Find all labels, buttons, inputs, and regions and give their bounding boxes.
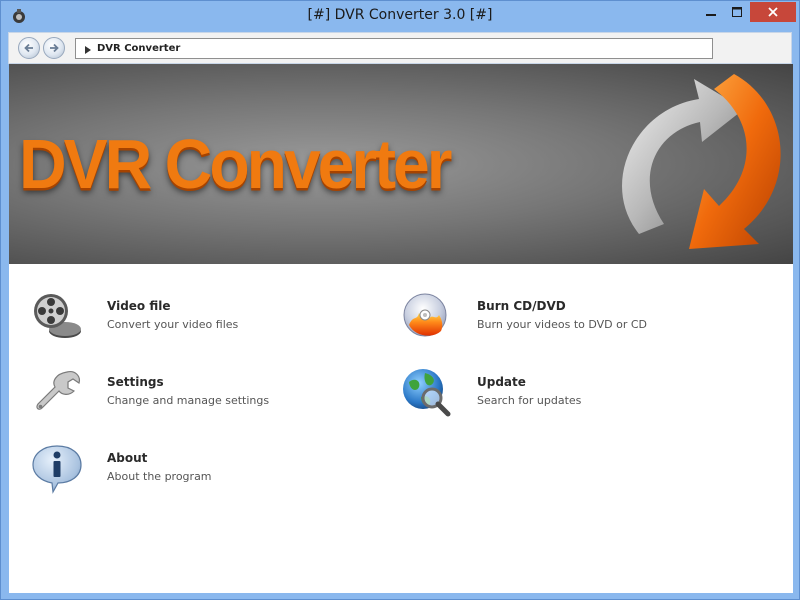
minimize-button[interactable] xyxy=(698,2,724,22)
forward-arrow-icon xyxy=(50,43,59,53)
globe-search-icon xyxy=(403,369,451,417)
wrench-icon xyxy=(36,371,80,410)
title-bar[interactable]: [#] DVR Converter 3.0 [#] xyxy=(1,1,799,31)
close-icon xyxy=(768,7,778,17)
breadcrumb-item[interactable]: DVR Converter xyxy=(97,43,180,54)
main-menu: Video file Convert your video files Sett… xyxy=(9,264,793,593)
maximize-button[interactable] xyxy=(724,2,750,22)
update-item[interactable]: Update Search for updates xyxy=(401,367,731,423)
breadcrumb-arrow-icon xyxy=(85,39,91,58)
settings-description: Change and manage settings xyxy=(107,394,270,407)
back-arrow-icon xyxy=(24,43,33,53)
burn-cd-dvd-item[interactable]: Burn CD/DVD Burn your videos to DVD or C… xyxy=(401,291,731,347)
about-description: About the program xyxy=(107,470,212,483)
circular-arrows-icon xyxy=(622,74,781,249)
window-title: [#] DVR Converter 3.0 [#] xyxy=(307,7,493,23)
burn-title: Burn CD/DVD xyxy=(477,299,566,313)
video-file-item[interactable]: Video file Convert your video files xyxy=(31,291,361,347)
burn-description: Burn your videos to DVD or CD xyxy=(477,318,648,331)
banner-title: DVR Converter xyxy=(19,125,452,203)
about-item[interactable]: About About the program xyxy=(31,443,361,499)
app-window: [#] DVR Converter 3.0 [#] DVR Converter … xyxy=(0,0,800,600)
maximize-icon xyxy=(732,7,742,17)
close-button[interactable] xyxy=(750,2,796,22)
forward-button[interactable] xyxy=(43,37,65,59)
about-title: About xyxy=(107,451,148,465)
banner: DVR Converter xyxy=(9,64,793,264)
settings-item[interactable]: Settings Change and manage settings xyxy=(31,367,361,423)
info-icon xyxy=(32,445,82,494)
update-description: Search for updates xyxy=(477,394,582,407)
video-file-title: Video file xyxy=(107,299,171,313)
film-reel-icon xyxy=(34,294,81,338)
breadcrumb[interactable]: DVR Converter xyxy=(75,38,713,59)
update-title: Update xyxy=(477,375,526,389)
minimize-icon xyxy=(706,14,716,16)
navigation-bar: DVR Converter xyxy=(8,32,792,64)
back-button[interactable] xyxy=(18,37,40,59)
settings-title: Settings xyxy=(107,375,164,389)
video-file-description: Convert your video files xyxy=(107,318,239,331)
burning-disc-icon xyxy=(403,293,447,337)
